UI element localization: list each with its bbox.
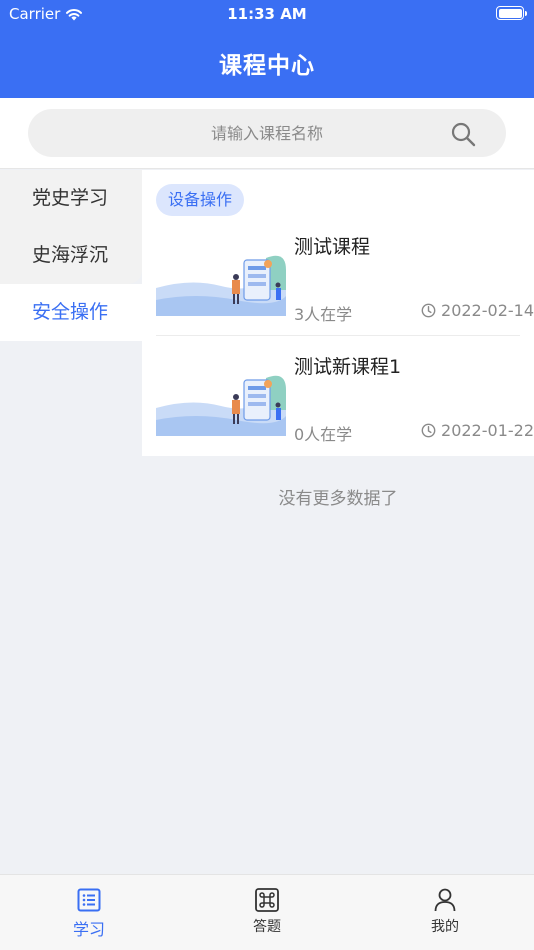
bottom-tab-bar: 学习 答题 我的 [0,874,534,950]
course-divider [156,335,520,336]
course-card[interactable]: 测试新课程1 0人在学 2022-01-22 [156,352,534,462]
tab-quiz[interactable]: 答题 [178,875,356,950]
course-name: 测试新课程1 [294,356,402,378]
app-header: Carrier 11:33 AM 课程中心 [0,0,534,98]
course-thumbnail [156,250,286,316]
course-date: 2022-02-14 [421,301,534,320]
tab-profile[interactable]: 我的 [356,875,534,950]
clock-icon [421,423,436,438]
course-name: 测试课程 [294,236,371,258]
course-thumbnail [156,370,286,436]
person-icon [434,888,456,912]
status-bar: Carrier 11:33 AM [0,0,534,28]
course-date-text: 2022-01-22 [441,421,534,440]
search-bar [0,98,534,169]
tab-profile-label: 我的 [431,919,459,935]
list-end-text: 没有更多数据了 [278,489,398,509]
status-time: 11:33 AM [227,5,307,23]
tab-study[interactable]: 学习 [0,875,178,950]
sidebar-item-party-history[interactable]: 党史学习 [0,170,142,227]
tab-study-label: 学习 [72,920,105,939]
course-date: 2022-01-22 [421,421,534,440]
command-icon [255,888,279,912]
page-title: 课程中心 [219,53,315,79]
course-card[interactable]: 测试课程 3人在学 2022-02-14 [156,232,534,342]
list-icon [77,888,101,912]
category-tag[interactable]: 设备操作 [156,184,245,216]
sidebar-item-history-sea[interactable]: 史海浮沉 [0,227,142,284]
search-box[interactable] [28,109,506,157]
course-date-text: 2022-02-14 [441,301,534,320]
category-sidebar: 党史学习 史海浮沉 安全操作 [0,170,142,341]
battery-icon [496,6,527,20]
tab-quiz-label: 答题 [253,919,281,935]
course-list-panel: 设备操作 测试课程 3人在学 2022-02-14 测试新课程1 0人在学 20… [142,170,534,456]
course-learner-count: 0人在学 [294,425,353,444]
sidebar-item-safety-operation[interactable]: 安全操作 [0,284,142,341]
clock-icon [421,303,436,318]
search-input[interactable] [28,109,506,157]
course-learner-count: 3人在学 [294,305,353,324]
search-icon[interactable] [450,121,476,147]
